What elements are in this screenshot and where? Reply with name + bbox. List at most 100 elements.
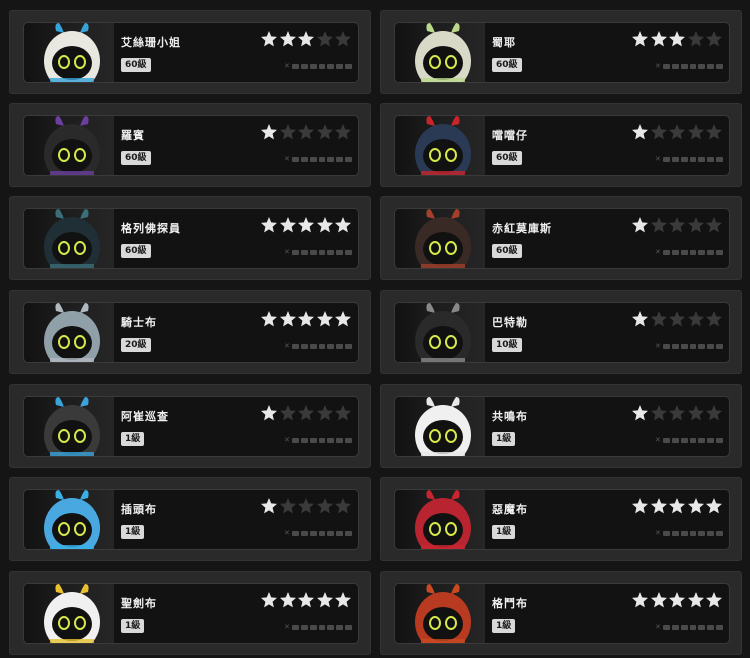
star-filled-icon xyxy=(705,497,723,515)
character-card[interactable]: 惡魔布 1級 ✕ xyxy=(380,477,742,561)
star-filled-icon xyxy=(687,497,705,515)
star-filled-icon xyxy=(316,591,334,609)
character-name: 赤紅莫庫斯 xyxy=(492,222,552,235)
character-portrait xyxy=(26,584,114,643)
level-badge: 60級 xyxy=(121,151,151,165)
character-card-panel: 格鬥布 1級 ✕ xyxy=(394,583,730,644)
star-rating xyxy=(631,591,723,609)
character-portrait xyxy=(397,209,485,268)
character-name: 蜀耶 xyxy=(492,36,516,49)
character-card-panel: 騎士布 20級 ✕ xyxy=(23,302,359,363)
character-name: 騎士布 xyxy=(121,316,157,329)
star-rating xyxy=(631,123,723,141)
character-card[interactable]: 艾絲珊小姐 60級 ✕ xyxy=(9,10,371,94)
star-filled-icon xyxy=(297,310,315,328)
star-filled-icon xyxy=(631,497,649,515)
character-portrait xyxy=(26,397,114,456)
level-badge: 1級 xyxy=(121,432,145,446)
character-card-panel: 共鳴布 1級 ✕ xyxy=(394,396,730,457)
barcode-icon: ✕ xyxy=(655,624,723,631)
level-badge: 1級 xyxy=(492,619,516,633)
level-badge: 20級 xyxy=(121,338,151,352)
star-empty-icon xyxy=(705,216,723,234)
character-name: 插頭布 xyxy=(121,503,157,516)
barcode-icon: ✕ xyxy=(655,343,723,350)
star-empty-icon xyxy=(687,123,705,141)
barcode-icon: ✕ xyxy=(655,530,723,537)
character-card[interactable]: 巴特勒 10級 ✕ xyxy=(380,290,742,374)
barcode-icon: ✕ xyxy=(284,437,352,444)
character-name: 艾絲珊小姐 xyxy=(121,36,181,49)
star-filled-icon xyxy=(260,591,278,609)
star-empty-icon xyxy=(687,404,705,422)
barcode-icon: ✕ xyxy=(284,249,352,256)
star-empty-icon xyxy=(668,216,686,234)
star-filled-icon xyxy=(687,591,705,609)
barcode-icon: ✕ xyxy=(655,63,723,70)
character-card[interactable]: 噹噹仔 60級 ✕ xyxy=(380,103,742,187)
star-rating xyxy=(260,30,352,48)
level-badge: 1級 xyxy=(492,525,516,539)
character-portrait xyxy=(397,116,485,175)
star-filled-icon xyxy=(631,123,649,141)
star-empty-icon xyxy=(705,310,723,328)
star-empty-icon xyxy=(334,123,352,141)
character-card[interactable]: 插頭布 1級 ✕ xyxy=(9,477,371,561)
star-filled-icon xyxy=(650,30,668,48)
barcode-icon: ✕ xyxy=(284,343,352,350)
level-badge: 10級 xyxy=(492,338,522,352)
star-filled-icon xyxy=(668,497,686,515)
character-card[interactable]: 聖劍布 1級 ✕ xyxy=(9,571,371,655)
character-name: 聖劍布 xyxy=(121,597,157,610)
character-card[interactable]: 蜀耶 60級 ✕ xyxy=(380,10,742,94)
star-filled-icon xyxy=(631,216,649,234)
star-filled-icon xyxy=(260,216,278,234)
star-empty-icon xyxy=(297,497,315,515)
character-card-panel: 惡魔布 1級 ✕ xyxy=(394,489,730,550)
character-portrait xyxy=(397,23,485,82)
character-card-panel: 蜀耶 60級 ✕ xyxy=(394,22,730,83)
barcode-icon: ✕ xyxy=(284,624,352,631)
star-empty-icon xyxy=(668,404,686,422)
character-card-panel: 格列佛探員 60級 ✕ xyxy=(23,208,359,269)
star-filled-icon xyxy=(334,216,352,234)
character-card[interactable]: 共鳴布 1級 ✕ xyxy=(380,384,742,468)
character-grid: 艾絲珊小姐 60級 ✕ 蜀耶 60級 ✕ 羅賓 60級 ✕ 噹噹仔 60級 ✕ 格列佛探員 60級 ✕ 赤紅莫… xyxy=(0,0,750,658)
character-card[interactable]: 赤紅莫庫斯 60級 ✕ xyxy=(380,196,742,280)
star-empty-icon xyxy=(705,30,723,48)
star-filled-icon xyxy=(316,310,334,328)
star-empty-icon xyxy=(650,310,668,328)
character-portrait xyxy=(397,303,485,362)
star-filled-icon xyxy=(279,216,297,234)
star-filled-icon xyxy=(279,30,297,48)
character-card[interactable]: 格列佛探員 60級 ✕ xyxy=(9,196,371,280)
star-filled-icon xyxy=(631,310,649,328)
character-name: 共鳴布 xyxy=(492,410,528,423)
character-card-panel: 噹噹仔 60級 ✕ xyxy=(394,115,730,176)
character-card[interactable]: 羅賓 60級 ✕ xyxy=(9,103,371,187)
level-badge: 60級 xyxy=(492,58,522,72)
character-portrait xyxy=(397,490,485,549)
star-filled-icon xyxy=(260,30,278,48)
level-badge: 60級 xyxy=(492,151,522,165)
character-card-panel: 艾絲珊小姐 60級 ✕ xyxy=(23,22,359,83)
star-empty-icon xyxy=(334,404,352,422)
star-filled-icon xyxy=(650,591,668,609)
star-filled-icon xyxy=(279,310,297,328)
character-name: 羅賓 xyxy=(121,129,145,142)
character-card[interactable]: 格鬥布 1級 ✕ xyxy=(380,571,742,655)
star-empty-icon xyxy=(316,497,334,515)
star-filled-icon xyxy=(650,497,668,515)
character-card[interactable]: 騎士布 20級 ✕ xyxy=(9,290,371,374)
character-card[interactable]: 阿崔巡查 1級 ✕ xyxy=(9,384,371,468)
star-rating xyxy=(260,497,352,515)
star-rating xyxy=(631,404,723,422)
star-rating xyxy=(631,310,723,328)
star-empty-icon xyxy=(650,123,668,141)
star-filled-icon xyxy=(297,30,315,48)
level-badge: 60級 xyxy=(121,58,151,72)
star-filled-icon xyxy=(668,30,686,48)
level-badge: 1級 xyxy=(492,432,516,446)
character-card-panel: 巴特勒 10級 ✕ xyxy=(394,302,730,363)
character-card-panel: 阿崔巡查 1級 ✕ xyxy=(23,396,359,457)
